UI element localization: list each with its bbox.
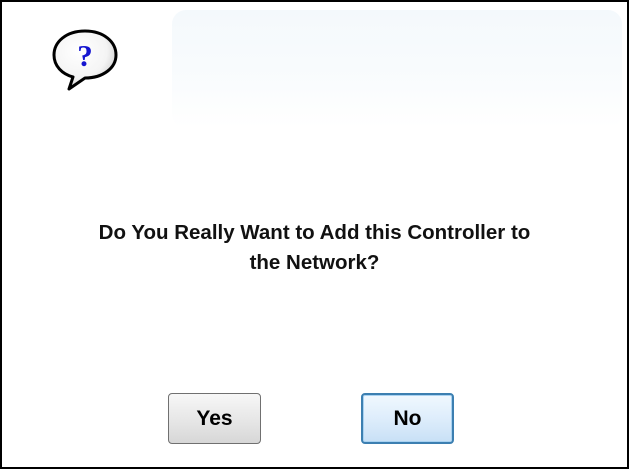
- message-line-1: Do You Really Want to Add this Controlle…: [98, 221, 531, 244]
- blurred-header-area: [172, 10, 622, 128]
- message-line-2: the Network?: [249, 251, 380, 274]
- yes-button[interactable]: Yes: [168, 393, 261, 444]
- confirm-dialog: ? Do You Really Want to Add this Control…: [0, 0, 629, 469]
- question-balloon-icon: ?: [52, 29, 118, 91]
- no-button[interactable]: No: [361, 393, 454, 444]
- confirmation-message: Do You Really Want to Add this Controlle…: [22, 218, 607, 278]
- svg-text:?: ?: [77, 38, 93, 73]
